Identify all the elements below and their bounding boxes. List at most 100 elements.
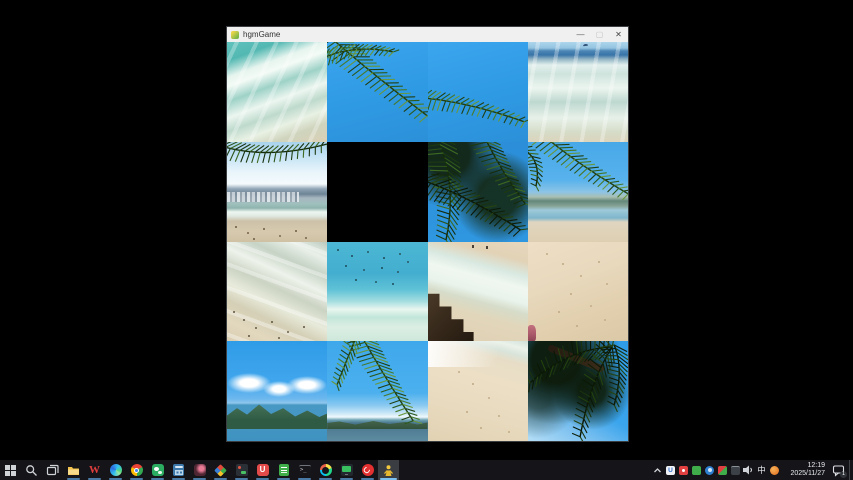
puzzle-tile-r1-c0[interactable] <box>227 142 327 242</box>
tray-input-zh[interactable]: 中 <box>755 460 768 480</box>
puzzle-tile-r2-c3[interactable] <box>528 242 628 342</box>
taskbar-app-app-maroon[interactable] <box>189 460 210 480</box>
taskbar-app-wps-office[interactable]: W <box>84 460 105 480</box>
taskbar-app-music-red[interactable]: U <box>252 460 273 480</box>
app-icon <box>231 31 239 39</box>
puzzle-tile-r0-c0[interactable] <box>227 42 327 142</box>
tray-tray-blue[interactable] <box>703 460 716 480</box>
tray-red-icon <box>679 466 688 475</box>
window-title: hgmGame <box>243 27 280 42</box>
game-window: hgmGame — ▢ ✕ <box>226 26 629 442</box>
system-tray: U中 <box>651 460 781 480</box>
taskbar-clock[interactable]: 12:19 2025/11/27 <box>787 462 825 479</box>
palm-frond-art <box>528 341 628 441</box>
input-method-indicator: 中 <box>757 460 766 480</box>
taskbar-app-app-diamond[interactable] <box>210 460 231 480</box>
puzzle-tile-r0-c1[interactable] <box>327 42 427 142</box>
tile-decoration <box>472 245 474 248</box>
edge-icon <box>110 464 122 476</box>
tray-tray-green[interactable] <box>690 460 703 480</box>
taskbar-app-notes-green[interactable] <box>273 460 294 480</box>
puzzle-tile-r1-c2[interactable] <box>428 142 528 242</box>
palm-frond-art <box>428 142 528 242</box>
puzzle-tile-r2-c0[interactable] <box>227 242 327 342</box>
palm-frond-art <box>428 42 528 142</box>
start-button[interactable] <box>0 460 21 480</box>
taskbar-app-ide[interactable] <box>315 460 336 480</box>
notes-green-icon <box>279 464 289 476</box>
puzzle-tile-r3-c3[interactable] <box>528 341 628 441</box>
tray-doc-icon: U <box>666 466 675 475</box>
tray-orange-icon <box>770 466 779 475</box>
puzzle-tile-r1-c3[interactable] <box>528 142 628 242</box>
show-desktop-button[interactable] <box>849 460 853 480</box>
puzzle-tile-r3-c2[interactable] <box>428 341 528 441</box>
taskbar-left-group: W U >_ <box>0 460 399 480</box>
clock-time: 12:19 <box>807 462 825 471</box>
tray-volume[interactable] <box>742 460 755 480</box>
minimize-button[interactable]: — <box>571 27 590 42</box>
wps-office-icon: W <box>89 464 100 477</box>
puzzle-tile-r0-c2[interactable] <box>428 42 528 142</box>
palm-frond-art <box>227 142 327 242</box>
music-red-icon: U <box>257 464 269 476</box>
tray-tray-duo[interactable] <box>716 460 729 480</box>
app-diamond-icon <box>214 464 227 477</box>
tile-decoration <box>528 325 536 341</box>
task-view-button[interactable] <box>42 460 63 480</box>
taskbar-app-file-explorer[interactable] <box>63 460 84 480</box>
taskbar-app-snipping-tool[interactable] <box>231 460 252 480</box>
tile-decoration <box>327 419 427 429</box>
taskbar-app-netease-music[interactable] <box>357 460 378 480</box>
maximize-button[interactable]: ▢ <box>590 27 609 42</box>
ide-icon <box>320 464 332 476</box>
taskbar-app-wechat[interactable] <box>147 460 168 480</box>
app-maroon-icon <box>194 464 206 476</box>
taskbar-app-terminal[interactable]: >_ <box>294 460 315 480</box>
tray-tray-dark[interactable] <box>729 460 742 480</box>
puzzle-tile-r2-c1[interactable] <box>327 242 427 342</box>
start-icon <box>4 464 17 477</box>
tile-decoration <box>227 192 299 202</box>
puzzle-tile-r0-c3[interactable] <box>528 42 628 142</box>
calculator-icon <box>173 464 184 476</box>
tray-chevron-up[interactable] <box>651 460 664 480</box>
snipping-tool-icon <box>236 464 248 476</box>
tray-blue-icon <box>705 466 714 475</box>
tray-tray-orange[interactable] <box>768 460 781 480</box>
volume-icon <box>743 465 755 475</box>
tile-decoration <box>546 253 548 255</box>
notification-center-button[interactable]: 1 <box>829 460 847 480</box>
hgm-game-icon <box>382 464 395 477</box>
puzzle-tile-r3-c1[interactable] <box>327 341 427 441</box>
clock-date: 2025/11/27 <box>790 470 825 479</box>
screen-recorder-icon <box>341 464 353 476</box>
palm-frond-art <box>327 42 427 142</box>
puzzle-grid <box>227 42 628 441</box>
tray-tray-doc[interactable]: U <box>664 460 677 480</box>
puzzle-tile-r2-c2[interactable] <box>428 242 528 342</box>
tile-decoration <box>227 399 327 429</box>
window-titlebar[interactable]: hgmGame — ▢ ✕ <box>227 27 628 42</box>
window-controls: — ▢ ✕ <box>571 27 628 42</box>
taskbar-app-hgm-game[interactable] <box>378 460 399 480</box>
task-view-icon <box>46 464 59 477</box>
taskbar-app-edge[interactable] <box>105 460 126 480</box>
tile-decoration <box>547 344 605 373</box>
tray-duo-icon <box>718 466 727 475</box>
search-button[interactable] <box>21 460 42 480</box>
wechat-icon <box>152 464 164 476</box>
close-button[interactable]: ✕ <box>609 27 628 42</box>
taskbar-app-calculator[interactable] <box>168 460 189 480</box>
taskbar-app-screen-recorder[interactable] <box>336 460 357 480</box>
taskbar: WU>_ U中 12:19 2025/11/27 1 <box>0 460 853 480</box>
puzzle-tile-r1-c1 <box>327 142 427 242</box>
puzzle-tile-r3-c0[interactable] <box>227 341 327 441</box>
terminal-icon: >_ <box>299 465 311 476</box>
tile-decoration <box>233 311 235 313</box>
tray-tray-red[interactable] <box>677 460 690 480</box>
chrome-icon <box>131 464 143 476</box>
taskbar-app-chrome[interactable] <box>126 460 147 480</box>
tile-decoration <box>458 371 460 373</box>
notification-badge: 1 <box>840 471 847 478</box>
